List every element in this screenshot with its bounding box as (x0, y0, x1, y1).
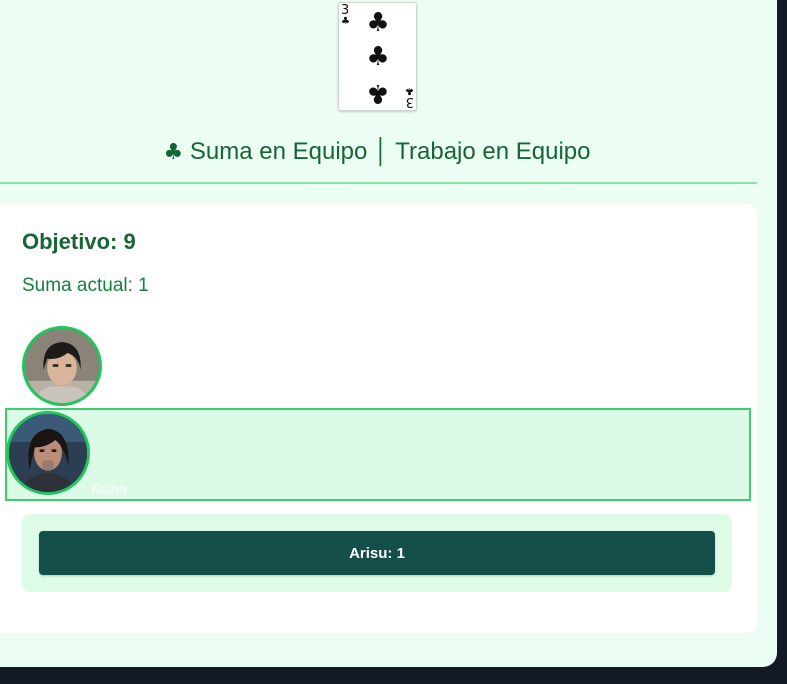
card-suit-top: ♣ (341, 16, 350, 27)
card-pip: ♣ (366, 42, 390, 72)
club-icon: ♣ (163, 140, 184, 165)
divider (0, 182, 757, 184)
playing-card: 3 ♣ ♣ ♣ ♣ 3 ♣ (338, 2, 417, 111)
objective-label: Objetivo: 9 (22, 229, 136, 254)
player-avatar-1[interactable] (22, 326, 102, 406)
game-title: ♣ Suma en Equipo │ Trabajo en Equipo (0, 138, 754, 166)
player-photo (9, 414, 87, 492)
player-photo (25, 329, 99, 403)
player-action-button[interactable]: Arisu: 1 (39, 531, 715, 575)
player-name: Kuina (91, 480, 127, 496)
player-avatar-2[interactable] (6, 411, 90, 495)
card-pip: ♣ (366, 8, 390, 38)
card-corner-bottom: 3 ♣ (402, 84, 414, 109)
card-pip: ♣ (366, 78, 390, 108)
game-title-text: Suma en Equipo │ Trabajo en Equipo (189, 138, 591, 165)
card-rank-bottom: 3 (405, 94, 414, 109)
card-suit-bottom: ♣ (405, 85, 414, 96)
current-sum-label: Suma actual: 1 (22, 275, 149, 296)
